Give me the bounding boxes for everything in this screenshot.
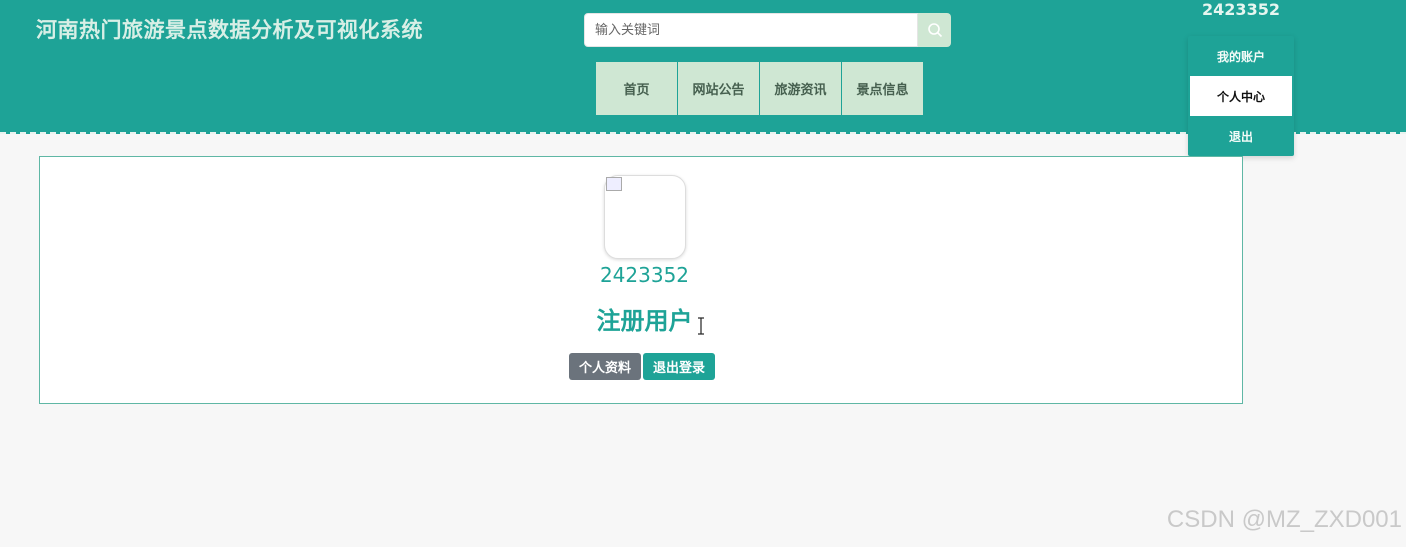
profile-role: 注册用户 xyxy=(596,307,693,335)
site-title: 河南热门旅游景点数据分析及可视化系统 xyxy=(36,18,423,42)
profile-info-button[interactable]: 个人资料 xyxy=(569,353,642,380)
menu-item-logout[interactable]: 退出 xyxy=(1188,116,1294,156)
search-bar xyxy=(584,13,951,47)
nav-travel-news[interactable]: 旅游资讯 xyxy=(760,62,841,115)
avatar xyxy=(604,175,686,259)
menu-item-personal-center[interactable]: 个人中心 xyxy=(1190,76,1292,116)
nav-attractions[interactable]: 景点信息 xyxy=(842,62,923,115)
header-username[interactable]: 2423352 xyxy=(1188,0,1294,19)
search-input[interactable] xyxy=(584,13,918,47)
search-button[interactable] xyxy=(918,13,951,47)
nav-home[interactable]: 首页 xyxy=(596,62,677,115)
broken-image-icon xyxy=(606,177,622,191)
profile-username: 2423352 xyxy=(599,263,690,287)
main-nav: 首页 网站公告 旅游资讯 景点信息 xyxy=(596,62,923,115)
text-cursor-icon xyxy=(698,317,704,335)
nav-announcements[interactable]: 网站公告 xyxy=(678,62,759,115)
search-icon xyxy=(927,23,942,38)
account-dropdown: 我的账户 个人中心 退出 xyxy=(1188,36,1294,156)
account-menu-title[interactable]: 我的账户 xyxy=(1188,36,1294,76)
logout-button[interactable]: 退出登录 xyxy=(643,353,716,380)
watermark: CSDN @MZ_ZXD001 xyxy=(1166,506,1402,533)
profile-card: 2423352 注册用户 个人资料 退出登录 xyxy=(39,156,1243,404)
profile-actions: 个人资料 退出登录 xyxy=(569,353,716,380)
